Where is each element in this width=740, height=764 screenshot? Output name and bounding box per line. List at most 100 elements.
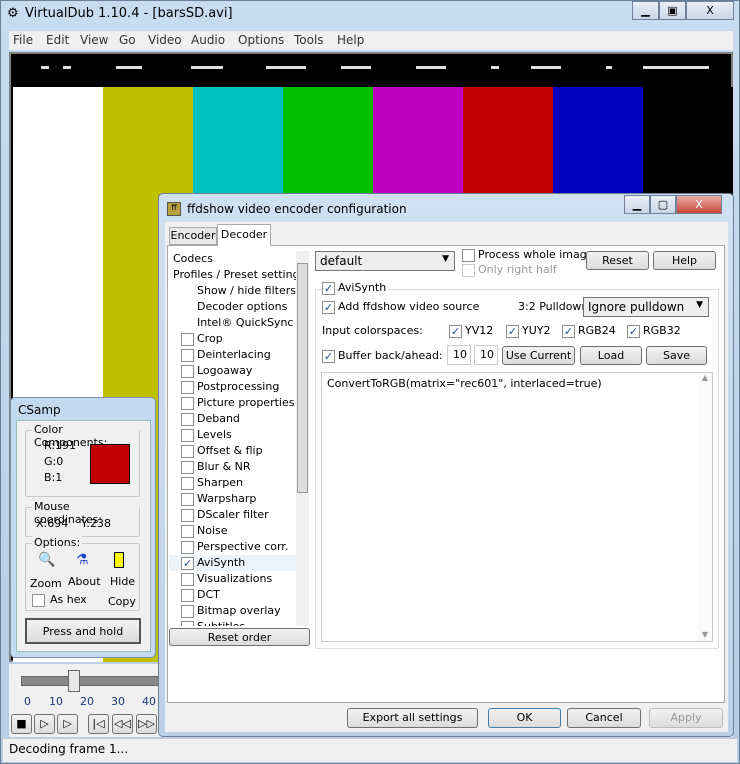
filter-checkbox[interactable] (181, 365, 194, 378)
yuy2-checkbox[interactable]: ✓ (506, 325, 519, 338)
tab-encoder[interactable]: Encoder (169, 227, 217, 245)
tree-item[interactable]: Perspective corr. (169, 539, 308, 555)
help-button[interactable]: Help (653, 251, 716, 270)
dialog-minimize-button[interactable]: ▁ (624, 195, 650, 214)
rgb24-checkbox[interactable]: ✓ (562, 325, 575, 338)
load-button[interactable]: Load (580, 346, 642, 365)
tree-item[interactable]: Levels (169, 427, 308, 443)
process-whole-image-checkbox[interactable] (462, 249, 475, 262)
step-forward-button[interactable]: ▷▷ (136, 714, 157, 734)
save-button[interactable]: Save (646, 346, 707, 365)
export-all-settings-button[interactable]: Export all settings (347, 708, 478, 728)
filter-checkbox[interactable] (181, 477, 194, 490)
filter-checkbox[interactable] (181, 397, 194, 410)
tree-item[interactable]: Codecs (169, 251, 308, 267)
buffer-back-input[interactable]: 10 (447, 345, 471, 365)
filter-checkbox[interactable] (181, 541, 194, 554)
yv12-checkbox[interactable]: ✓ (449, 325, 462, 338)
menu-video[interactable]: Video (148, 33, 182, 47)
zoom-label[interactable]: Zoom (30, 577, 62, 590)
ok-button[interactable]: OK (488, 708, 561, 728)
tree-item[interactable]: DScaler filter (169, 507, 308, 523)
filter-checkbox[interactable] (181, 381, 194, 394)
tree-item[interactable]: Warpsharp (169, 491, 308, 507)
dialog-maximize-button[interactable]: ▢ (650, 195, 676, 214)
tab-decoder[interactable]: Decoder (217, 224, 271, 246)
tree-item[interactable]: Offset & flip (169, 443, 308, 459)
filter-checkbox[interactable] (181, 589, 194, 602)
step-back-button[interactable]: ◁◁ (112, 714, 133, 734)
filter-checkbox[interactable] (181, 413, 194, 426)
avisynth-checkbox[interactable]: ✓ (322, 282, 335, 295)
tree-item[interactable]: DCT (169, 587, 308, 603)
script-scrollbar[interactable]: ▲ ▼ (698, 373, 712, 641)
only-right-half-checkbox[interactable] (462, 264, 475, 277)
maximize-button[interactable]: ▣ (659, 1, 686, 20)
menu-tools[interactable]: Tools (294, 33, 324, 47)
play-input-button[interactable]: ▷ (34, 714, 55, 734)
filter-checkbox[interactable] (181, 349, 194, 362)
tree-item[interactable]: Sharpen (169, 475, 308, 491)
tree-item[interactable]: Blur & NR (169, 459, 308, 475)
stop-button[interactable]: ■ (11, 714, 32, 734)
tree-item[interactable]: Subtitles (169, 619, 308, 626)
filter-checkbox[interactable] (181, 509, 194, 522)
hide-label[interactable]: Hide (110, 575, 135, 588)
menu-audio[interactable]: Audio (191, 33, 225, 47)
apply-button[interactable]: Apply (649, 708, 723, 728)
menu-options[interactable]: Options (238, 33, 284, 47)
tree-item[interactable]: Deinterlacing (169, 347, 308, 363)
play-output-button[interactable]: ▷ (57, 714, 78, 734)
minimize-button[interactable]: ▁ (632, 1, 659, 20)
filter-checkbox[interactable] (181, 605, 194, 618)
menu-view[interactable]: View (80, 33, 108, 47)
cancel-button[interactable]: Cancel (567, 708, 641, 728)
tree-item[interactable]: Noise (169, 523, 308, 539)
close-button[interactable]: X (686, 1, 734, 20)
rgb32-checkbox[interactable]: ✓ (627, 325, 640, 338)
reset-order-button[interactable]: Reset order (169, 628, 310, 646)
tree-item[interactable]: Logoaway (169, 363, 308, 379)
hide-icon[interactable] (114, 552, 124, 568)
filter-checkbox[interactable] (181, 461, 194, 474)
filter-checkbox[interactable] (181, 525, 194, 538)
press-and-hold-button[interactable]: Press and hold (25, 618, 141, 644)
tree-item[interactable]: Picture properties (169, 395, 308, 411)
filter-checkbox[interactable] (181, 573, 194, 586)
filter-checkbox[interactable] (181, 493, 194, 506)
filter-checkbox[interactable] (181, 621, 194, 626)
about-icon[interactable]: ⚗ (76, 552, 89, 568)
menu-go[interactable]: Go (119, 33, 136, 47)
copy-button[interactable]: Copy (108, 595, 136, 608)
buffer-checkbox[interactable]: ✓ (322, 350, 335, 363)
add-ffdshow-source-checkbox[interactable]: ✓ (322, 301, 335, 314)
filter-checkbox[interactable] (181, 333, 194, 346)
use-current-button[interactable]: Use Current (502, 346, 575, 365)
tree-item[interactable]: Deband (169, 411, 308, 427)
pulldown-dropdown[interactable]: Ignore pulldown ▼ (583, 297, 709, 317)
tree-item[interactable]: ✓ AviSynth (169, 555, 308, 571)
timeline-slider-thumb[interactable] (68, 670, 80, 692)
preset-dropdown[interactable]: default ▼ (315, 251, 455, 271)
tree-item[interactable]: Decoder options (169, 299, 308, 315)
filter-checkbox[interactable]: ✓ (181, 557, 194, 570)
filter-checkbox[interactable] (181, 429, 194, 442)
menu-edit[interactable]: Edit (46, 33, 69, 47)
tree-item[interactable]: Postprocessing (169, 379, 308, 395)
tree-item[interactable]: Intel® QuickSync (169, 315, 308, 331)
about-label[interactable]: About (68, 575, 101, 588)
menu-file[interactable]: File (13, 33, 33, 47)
zoom-icon[interactable]: 🔍 (38, 552, 55, 568)
tree-item[interactable]: Bitmap overlay (169, 603, 308, 619)
avisynth-script-textarea[interactable]: ConvertToRGB(matrix="rec601", interlaced… (321, 372, 713, 642)
tree-scrollbar[interactable] (296, 251, 309, 626)
menu-help[interactable]: Help (337, 33, 364, 47)
go-start-button[interactable]: |◁ (88, 714, 109, 734)
buffer-ahead-input[interactable]: 10 (474, 345, 498, 365)
dialog-close-button[interactable]: X (676, 195, 722, 214)
tree-item[interactable]: Visualizations (169, 571, 308, 587)
tree-item[interactable]: Crop (169, 331, 308, 347)
filter-checkbox[interactable] (181, 445, 194, 458)
as-hex-checkbox[interactable] (32, 594, 45, 607)
reset-button[interactable]: Reset (586, 251, 649, 270)
